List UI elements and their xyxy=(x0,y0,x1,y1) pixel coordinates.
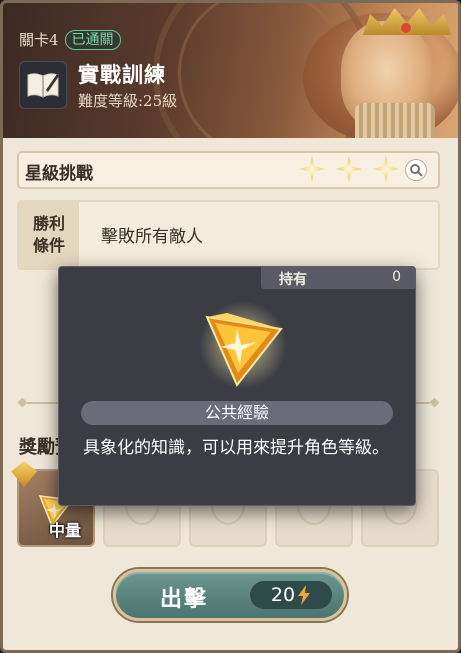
star-challenge-bar: 星級挑戰 xyxy=(17,151,440,189)
owned-count: 0 xyxy=(392,269,401,285)
stage-number: 關卡4 xyxy=(19,31,59,49)
star-challenge-label: 星級挑戰 xyxy=(25,164,93,184)
stage-title: 實戰訓練 xyxy=(78,62,166,87)
sortie-button[interactable]: 出擊 20 xyxy=(113,569,347,621)
difficulty-level: 難度等級:25級 xyxy=(78,92,178,110)
item-name: 公共經驗 xyxy=(81,401,393,425)
item-tooltip: 持有 0 公共經驗 具象化的知識，可以用來提升角色等級。 xyxy=(58,266,416,506)
public-exp-gem-icon xyxy=(197,295,289,391)
item-description: 具象化的知識，可以用來提升角色等級。 xyxy=(83,438,389,458)
crown-gem-icon xyxy=(401,23,411,33)
star-icon xyxy=(373,156,399,182)
star-rating xyxy=(299,156,399,182)
star-icon xyxy=(299,156,325,182)
victory-condition-label: 勝利 條件 xyxy=(19,202,79,268)
lightning-icon xyxy=(298,585,311,605)
stage-info-row: 關卡4 已通關 xyxy=(19,29,121,50)
stamina-cost: 20 xyxy=(250,581,332,609)
book-icon xyxy=(19,61,67,109)
stage-banner: 關卡4 已通關 實戰訓練 難度等級:25級 xyxy=(3,3,458,138)
divider-ornament xyxy=(17,397,28,408)
star-icon xyxy=(336,156,362,182)
divider-ornament xyxy=(429,397,440,408)
stamina-cost-value: 20 xyxy=(270,584,296,606)
stage-detail-panel: 關卡4 已通關 實戰訓練 難度等級:25級 星級挑戰 勝利 條件 擊敗所有敵人 … xyxy=(0,0,461,653)
owned-label: 持有 xyxy=(279,272,307,288)
victory-condition-panel: 勝利 條件 擊敗所有敵人 xyxy=(17,200,440,270)
victory-label-line1: 勝利 xyxy=(32,214,65,233)
victory-condition-text: 擊敗所有敵人 xyxy=(101,227,203,247)
sortie-label: 出擊 xyxy=(160,586,209,612)
owned-bar: 持有 0 xyxy=(261,267,415,289)
cleared-badge: 已通關 xyxy=(64,29,121,50)
character-collar xyxy=(355,103,435,138)
reward-quantity: 中量 xyxy=(49,521,82,540)
victory-label-line2: 條件 xyxy=(32,236,65,255)
search-icon[interactable] xyxy=(405,159,427,181)
